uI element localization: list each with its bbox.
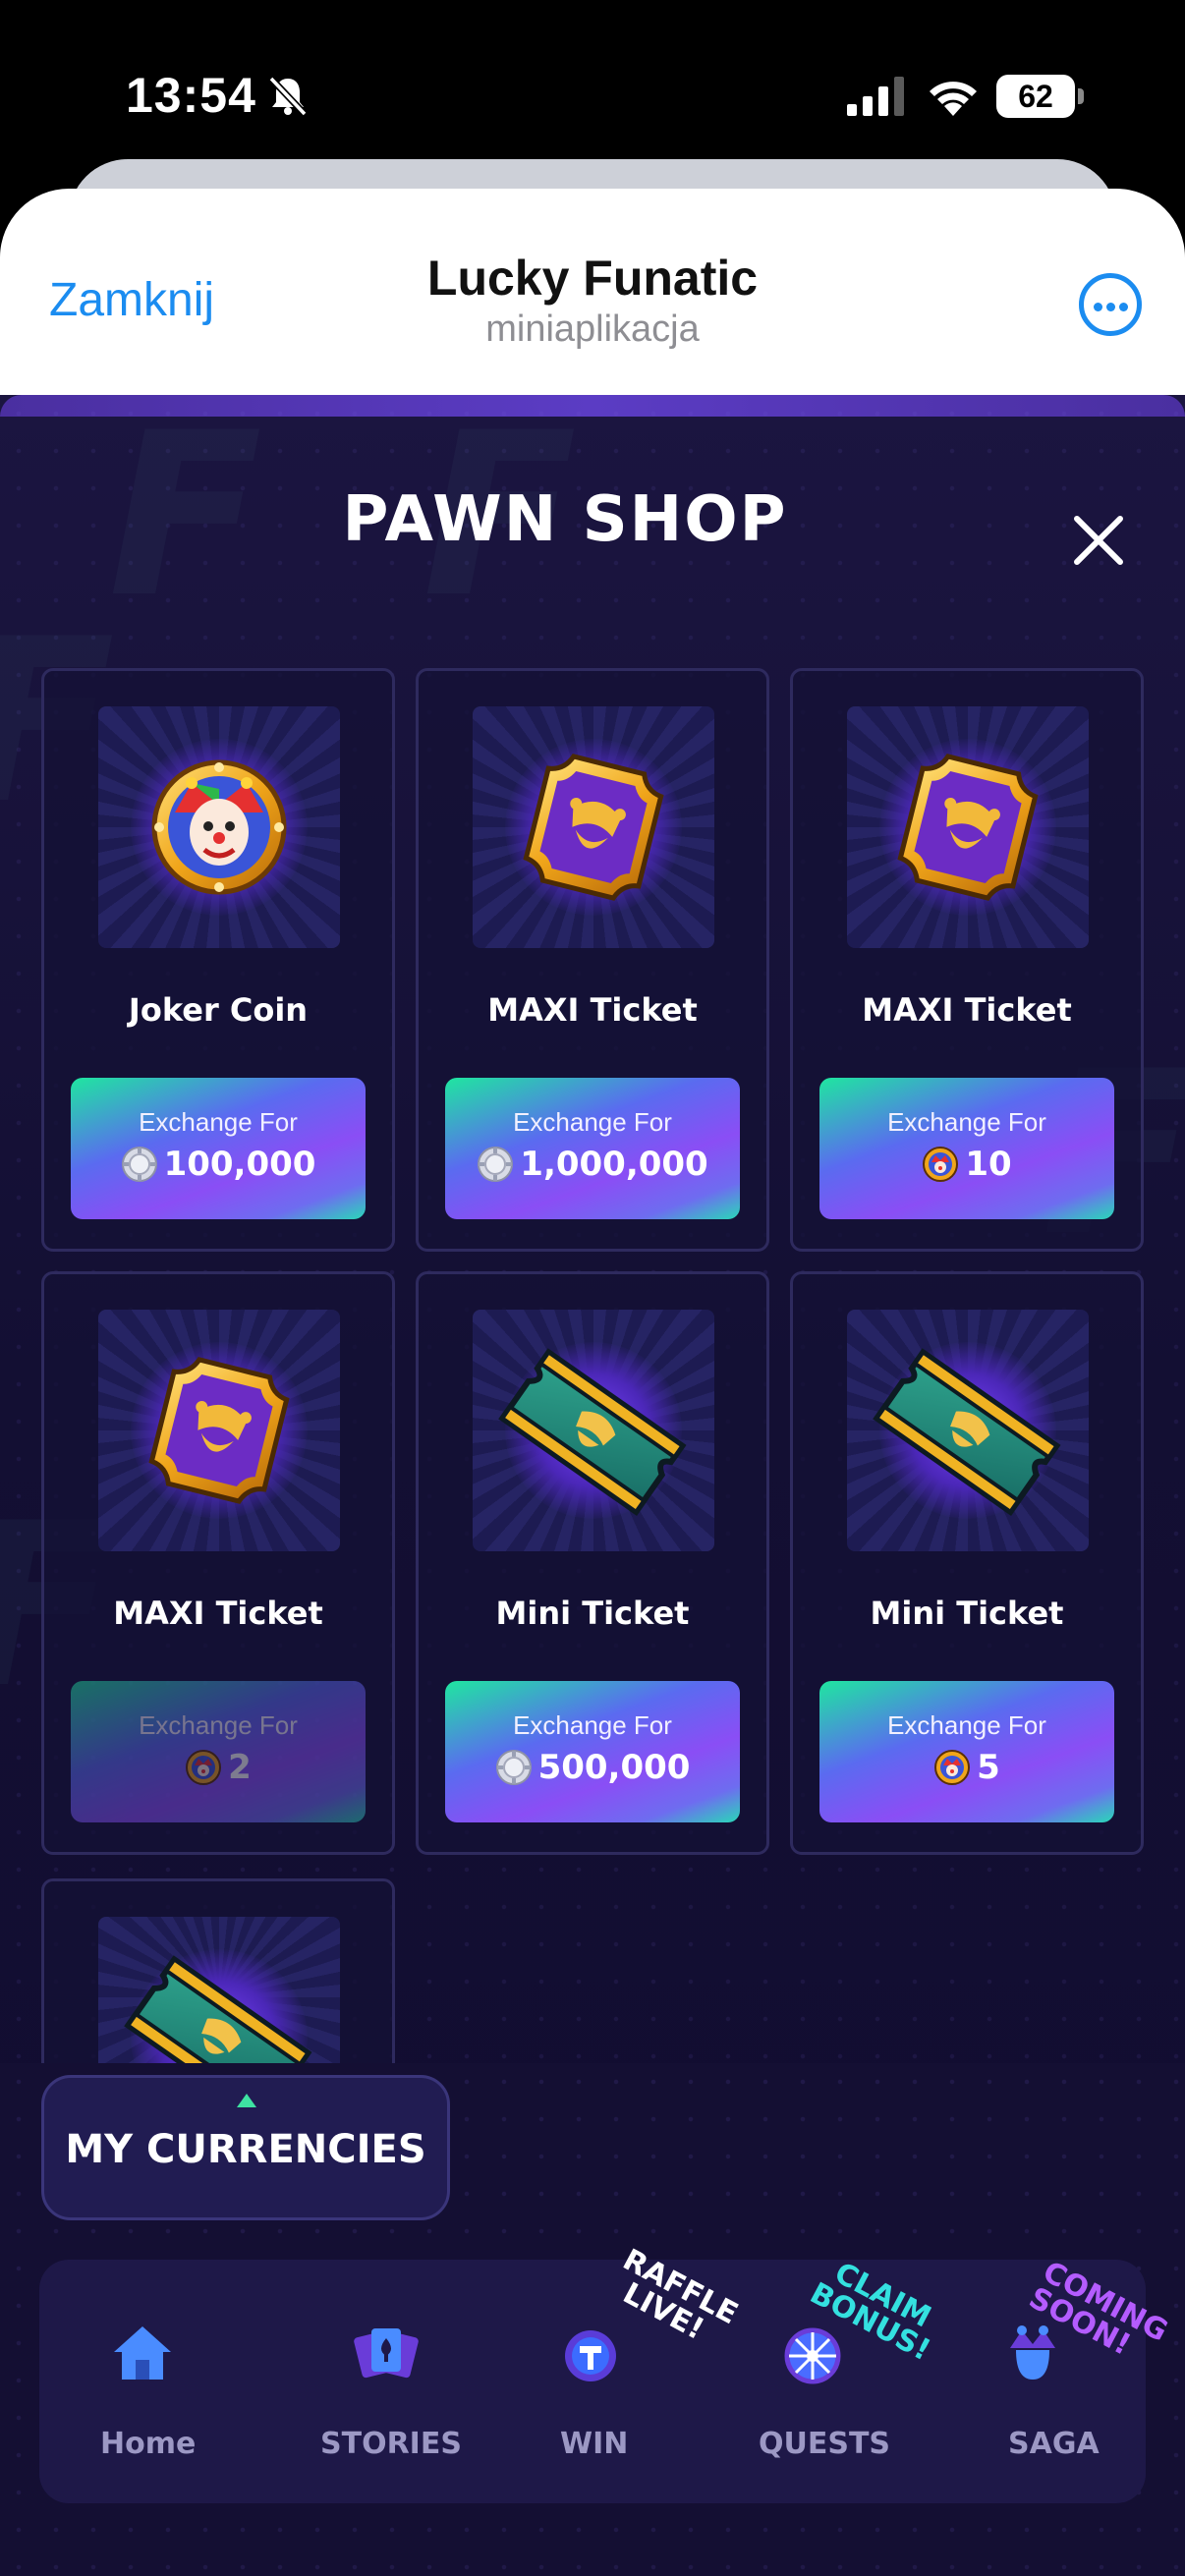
wheel-icon xyxy=(784,2327,841,2384)
battery-indicator: 62 xyxy=(996,75,1084,118)
item-name: MAXI Ticket xyxy=(113,1595,323,1632)
bottom-navigation: Home STORIES WIN RAFFLE LIVE! QUESTS CLA… xyxy=(39,2243,1173,2503)
item-name: MAXI Ticket xyxy=(487,991,698,1029)
more-options-icon[interactable] xyxy=(1079,273,1142,336)
silver-chip-icon xyxy=(477,1146,514,1183)
price-value: 2 xyxy=(228,1748,252,1787)
item-card[interactable]: MAXI Ticket Exchange For 2 xyxy=(41,1271,395,1855)
item-art xyxy=(847,706,1089,948)
token-icon xyxy=(565,2330,616,2381)
exchange-price: 2 xyxy=(71,1748,366,1787)
silver-chip-icon xyxy=(121,1146,158,1183)
nav-item-home[interactable]: Home xyxy=(79,2260,216,2503)
item-art xyxy=(98,706,340,948)
battery-tip xyxy=(1078,88,1084,104)
exchange-button[interactable]: Exchange For 500,000 xyxy=(445,1681,740,1822)
mini-ticket-icon xyxy=(98,1917,340,2078)
item-name: Joker Coin xyxy=(128,991,309,1029)
home-icon xyxy=(114,2326,171,2380)
close-icon[interactable] xyxy=(1071,513,1126,568)
cards-icon xyxy=(354,2328,419,2379)
exchange-button[interactable]: Exchange For 2 xyxy=(71,1681,366,1822)
exchange-price: 5 xyxy=(819,1748,1114,1787)
item-art xyxy=(98,1310,340,1551)
exchange-price: 10 xyxy=(819,1145,1114,1184)
item-card[interactable]: Mini Ticket Exchange For 500,000 xyxy=(416,1271,769,1855)
item-card[interactable]: Mini Ticket Exchange For 5 xyxy=(790,1271,1144,1855)
nav-item-stories[interactable]: STORIES xyxy=(314,2260,472,2503)
item-art xyxy=(473,1310,714,1551)
joker-coin-icon xyxy=(98,706,340,948)
joker-coin-icon xyxy=(185,1749,222,1786)
maxi-ticket-icon xyxy=(98,1310,340,1551)
mini-ticket-icon xyxy=(473,1310,714,1551)
chevron-up-icon xyxy=(237,2094,256,2107)
my-currencies-button[interactable]: MY CURRENCIES xyxy=(41,2075,450,2220)
exchange-button[interactable]: Exchange For 100,000 xyxy=(71,1078,366,1219)
exchange-button[interactable]: Exchange For 10 xyxy=(819,1078,1114,1219)
exchange-label: Exchange For xyxy=(513,1107,672,1137)
item-name: Mini Ticket xyxy=(495,1595,690,1632)
status-time: 13:54 xyxy=(126,68,256,123)
exchange-label: Exchange For xyxy=(887,1107,1046,1137)
item-name: Mini Ticket xyxy=(870,1595,1064,1632)
item-art xyxy=(98,1917,340,2078)
page-title: PAWN SHOP xyxy=(342,483,788,556)
nav-item-quests[interactable]: QUESTS CLAIM BONUS! xyxy=(747,2256,936,2503)
nav-item-win[interactable]: WIN RAFFLE LIVE! xyxy=(531,2243,744,2503)
item-card[interactable]: MAXI Ticket Exchange For 10 xyxy=(790,668,1144,1252)
nav-label-home: Home xyxy=(100,2427,197,2461)
app-content: F F F F F PAWN SHOP xyxy=(0,395,1185,2576)
item-art xyxy=(847,1310,1089,1551)
item-art xyxy=(473,706,714,948)
item-name: MAXI Ticket xyxy=(862,991,1072,1029)
nav-label-stories: STORIES xyxy=(320,2427,462,2461)
wifi-icon xyxy=(930,82,977,116)
nav-label-quests: QUESTS xyxy=(759,2427,891,2461)
exchange-button[interactable]: Exchange For 1,000,000 xyxy=(445,1078,740,1219)
battery-level: 62 xyxy=(996,75,1075,118)
status-bar: 13:54 62 xyxy=(0,0,1185,157)
exchange-price: 500,000 xyxy=(445,1748,740,1787)
miniapp-title: Lucky Funatic xyxy=(426,251,759,306)
exchange-label: Exchange For xyxy=(139,1107,298,1137)
price-value: 5 xyxy=(977,1748,1000,1787)
exchange-label: Exchange For xyxy=(139,1710,298,1740)
nav-item-saga[interactable]: SAGA COMING SOON! xyxy=(983,2255,1173,2503)
silver-chip-icon xyxy=(495,1749,533,1786)
bell-muted-icon xyxy=(268,76,308,117)
joker-coin-icon xyxy=(933,1749,971,1786)
price-value: 10 xyxy=(965,1145,1012,1184)
price-value: 500,000 xyxy=(537,1748,691,1787)
exchange-label: Exchange For xyxy=(513,1710,672,1740)
maxi-ticket-icon xyxy=(473,706,714,948)
maxi-ticket-icon xyxy=(847,706,1089,948)
nav-label-saga: SAGA xyxy=(1008,2427,1100,2461)
exchange-price: 100,000 xyxy=(71,1145,366,1184)
cellular-signal-icon xyxy=(847,77,904,116)
exchange-button[interactable]: Exchange For 5 xyxy=(819,1681,1114,1822)
exchange-label: Exchange For xyxy=(887,1710,1046,1740)
mini-ticket-icon xyxy=(847,1310,1089,1551)
exchange-price: 1,000,000 xyxy=(445,1145,740,1184)
item-card[interactable]: MAXI Ticket Exchange For 1,000,000 xyxy=(416,668,769,1252)
item-card-partial[interactable] xyxy=(41,1878,395,2078)
miniapp-header: Zamknij Lucky Funatic miniaplikacja xyxy=(0,189,1185,395)
my-currencies-label: MY CURRENCIES xyxy=(65,2127,426,2172)
item-card[interactable]: Joker Coin Exchange For 100,000 xyxy=(41,668,395,1252)
price-value: 100,000 xyxy=(163,1145,316,1184)
joker-coin-icon xyxy=(922,1146,959,1183)
price-value: 1,000,000 xyxy=(520,1145,708,1184)
nav-label-win: WIN xyxy=(560,2427,629,2461)
miniapp-subtitle: miniaplikacja xyxy=(485,308,700,350)
